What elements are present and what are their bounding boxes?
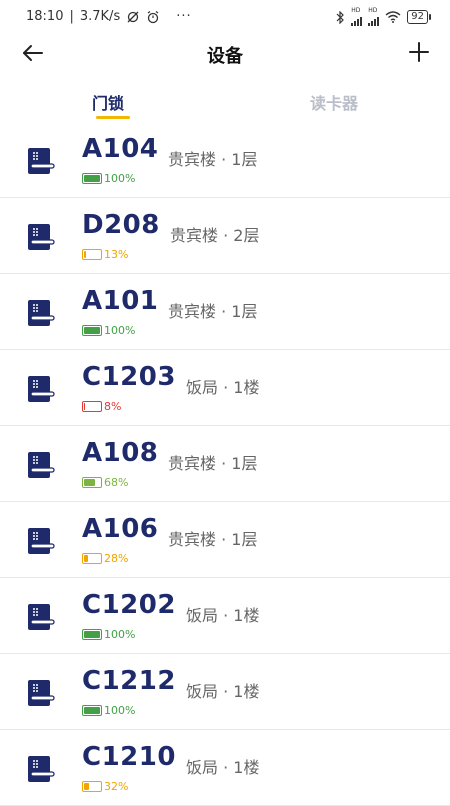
- device-list: A104 贵宾楼 · 1层 100% D208 贵宾楼 · 2层 13% A10…: [0, 122, 450, 806]
- device-battery: 100%: [82, 628, 135, 641]
- device-location: 饭局 · 1楼: [186, 606, 260, 625]
- battery-percent: 100%: [104, 704, 136, 717]
- battery-icon: [82, 477, 102, 488]
- sync-off-icon: [127, 11, 139, 22]
- battery-percent: 68%: [104, 476, 129, 489]
- device-row[interactable]: C1202 饭局 · 1楼 100%: [0, 578, 450, 654]
- device-location: 贵宾楼 · 1层: [168, 530, 258, 549]
- device-battery: 100%: [82, 324, 135, 337]
- battery-icon: [82, 401, 102, 412]
- tab-active-indicator: [96, 116, 130, 119]
- device-row[interactable]: D208 贵宾楼 · 2层 13%: [0, 198, 450, 274]
- battery-icon: [82, 781, 102, 792]
- battery-icon: [82, 553, 102, 564]
- bluetooth-icon: [336, 10, 345, 24]
- battery-icon: [82, 173, 102, 184]
- device-name: C1203: [82, 362, 176, 392]
- door-lock-icon: [28, 148, 55, 174]
- battery-percent: 32%: [104, 780, 129, 793]
- device-name: C1212: [82, 666, 176, 696]
- tab-card-reader[interactable]: 读卡器: [310, 90, 358, 114]
- door-lock-icon: [28, 300, 55, 326]
- status-bar: 18:10 | 3.7K/s ··· HD HD 92: [0, 0, 450, 34]
- status-separator: |: [69, 9, 74, 24]
- device-row[interactable]: C1212 饭局 · 1楼 100%: [0, 654, 450, 730]
- battery-percent: 100%: [104, 172, 136, 185]
- signal-2: HD: [368, 8, 380, 26]
- battery-percent: 100%: [104, 324, 136, 337]
- battery-level-fill: [84, 327, 100, 334]
- device-battery: 32%: [82, 780, 128, 793]
- device-location: 饭局 · 1楼: [186, 378, 260, 397]
- app-header: 设备: [0, 34, 450, 74]
- device-name: A106: [82, 514, 159, 544]
- device-location: 贵宾楼 · 1层: [168, 150, 258, 169]
- battery-level-fill: [84, 251, 86, 258]
- device-location: 饭局 · 1楼: [186, 758, 260, 777]
- status-network-speed: 3.7K/s: [79, 9, 121, 24]
- page-title: 设备: [207, 46, 243, 67]
- battery-level-fill: [84, 555, 88, 562]
- device-battery: 68%: [82, 476, 128, 489]
- device-row[interactable]: A106 贵宾楼 · 1层 28%: [0, 502, 450, 578]
- device-row[interactable]: A108 贵宾楼 · 1层 68%: [0, 426, 450, 502]
- status-time: 18:10: [26, 9, 64, 24]
- device-name: A104: [82, 134, 159, 164]
- door-lock-icon: [28, 224, 55, 250]
- signal-bars-icon-2: [368, 14, 380, 26]
- battery-icon: [82, 629, 102, 640]
- wifi-icon: [385, 11, 401, 23]
- device-location: 贵宾楼 · 1层: [168, 302, 258, 321]
- device-battery: 100%: [82, 172, 135, 185]
- battery-percent: 8%: [104, 400, 122, 413]
- door-lock-icon: [28, 604, 55, 630]
- device-location: 饭局 · 1楼: [186, 682, 260, 701]
- tab-door-lock[interactable]: 门锁: [92, 90, 124, 114]
- device-location: 贵宾楼 · 1层: [168, 454, 258, 473]
- door-lock-icon: [28, 452, 55, 478]
- device-row[interactable]: A104 贵宾楼 · 1层 100%: [0, 122, 450, 198]
- battery-icon: [82, 705, 102, 716]
- status-right: HD HD 92: [335, 8, 431, 26]
- battery-percent: 13%: [104, 248, 129, 261]
- device-row[interactable]: C1210 饭局 · 1楼 32%: [0, 730, 450, 806]
- alarm-icon: [147, 10, 159, 23]
- battery-level-fill: [84, 631, 100, 638]
- door-lock-icon: [28, 680, 55, 706]
- device-location: 贵宾楼 · 2层: [170, 226, 260, 245]
- door-lock-icon: [28, 756, 55, 782]
- battery-icon: [82, 249, 102, 260]
- device-name: A101: [82, 286, 159, 316]
- device-name: C1202: [82, 590, 176, 620]
- more-notifications-icon: ···: [176, 9, 192, 24]
- battery-icon: [82, 325, 102, 336]
- signal-1: HD: [351, 8, 363, 26]
- battery-level-fill: [84, 403, 85, 410]
- device-battery: 13%: [82, 248, 128, 261]
- battery-level-fill: [84, 783, 89, 790]
- battery-level-fill: [84, 479, 95, 486]
- device-name: D208: [82, 210, 160, 240]
- door-lock-icon: [28, 376, 55, 402]
- device-battery: 8%: [82, 400, 121, 413]
- battery-percent: 28%: [104, 552, 129, 565]
- device-name: C1210: [82, 742, 176, 772]
- battery-indicator: 92: [407, 10, 431, 24]
- device-battery: 100%: [82, 704, 135, 717]
- battery-level-fill: [84, 707, 100, 714]
- signal-bars-icon: [351, 14, 363, 26]
- door-lock-icon: [28, 528, 55, 554]
- device-row[interactable]: C1203 饭局 · 1楼 8%: [0, 350, 450, 426]
- device-row[interactable]: A101 贵宾楼 · 1层 100%: [0, 274, 450, 350]
- battery-percent: 100%: [104, 628, 136, 641]
- device-battery: 28%: [82, 552, 128, 565]
- tab-bar: 门锁 读卡器: [0, 86, 450, 122]
- status-left: 18:10 | 3.7K/s ···: [26, 9, 192, 24]
- battery-level-fill: [84, 175, 100, 182]
- device-name: A108: [82, 438, 159, 468]
- add-icon[interactable]: [406, 39, 432, 65]
